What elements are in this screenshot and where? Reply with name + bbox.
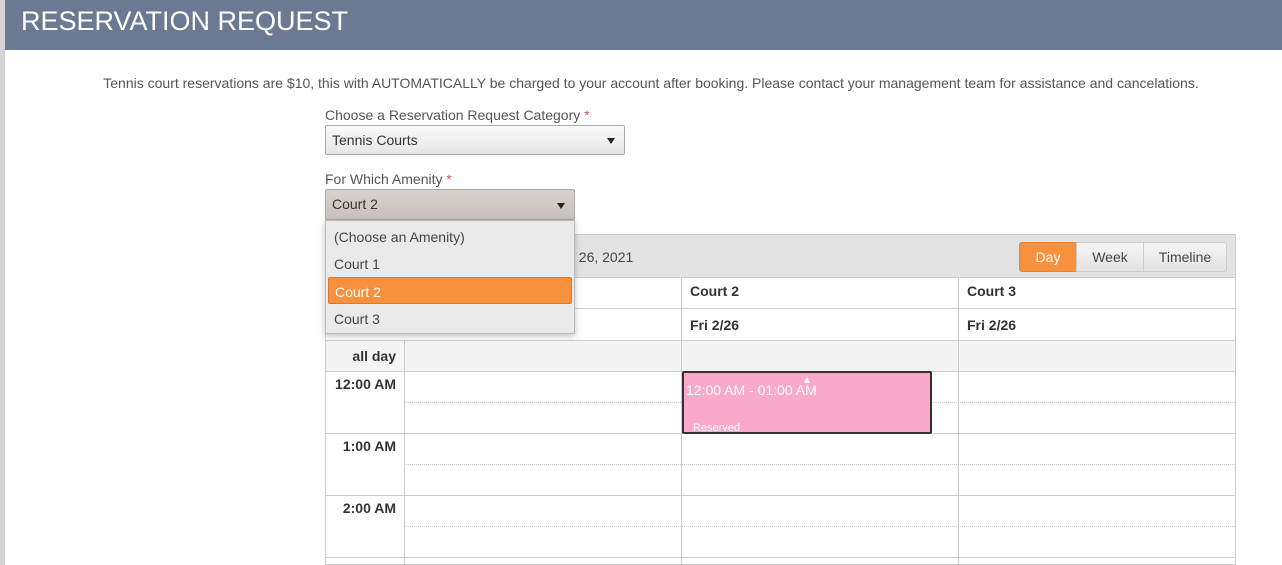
time-label: 12:00 AM (335, 376, 396, 392)
all-day-label: all day (352, 348, 396, 364)
column-header-court-3: Court 3 (967, 283, 1016, 299)
time-label: 2:00 AM (342, 500, 396, 516)
all-day-row (326, 340, 1235, 371)
page-header: RESERVATION REQUEST (5, 0, 1282, 50)
chevron-down-icon (607, 138, 615, 144)
column-date-court-3: Fri 2/26 (967, 317, 1017, 333)
column-date-court-2: Fri 2/26 (690, 317, 740, 333)
court-3-time-slots[interactable] (959, 372, 1235, 557)
chevron-down-icon (557, 203, 565, 209)
event-time: 12:00 AM - 01:00 AM (686, 382, 817, 398)
required-mark: * (446, 171, 452, 187)
timeline-view-button[interactable]: Timeline (1143, 242, 1227, 272)
category-label-text: Choose a Reservation Request Category (325, 107, 581, 123)
column-header-court-2: Court 2 (690, 283, 739, 299)
grid-line (326, 557, 1235, 558)
reservation-event[interactable]: 12:00 AM - 01:00 AM Reserved (682, 371, 932, 434)
category-select-value: Tennis Courts (332, 132, 418, 148)
amenity-option-selected[interactable]: Court 2 (328, 277, 572, 304)
amenity-option[interactable]: Court 1 (328, 250, 572, 277)
page-title: RESERVATION REQUEST (21, 6, 349, 36)
required-mark: * (584, 107, 590, 123)
category-label: Choose a Reservation Request Category * (325, 107, 590, 123)
court-1-time-slots[interactable] (405, 372, 681, 557)
amenity-option[interactable]: (Choose an Amenity) (328, 223, 572, 250)
category-select[interactable]: Tennis Courts (325, 125, 625, 155)
amenity-select[interactable]: Court 2 (325, 189, 575, 220)
amenity-select-value: Court 2 (332, 196, 378, 212)
time-label: 1:00 AM (342, 438, 396, 454)
amenity-dropdown: (Choose an Amenity) Court 1 Court 2 Cour… (325, 220, 575, 334)
event-title: Reserved (693, 422, 741, 434)
day-view-button[interactable]: Day (1019, 242, 1077, 272)
week-view-button[interactable]: Week (1076, 242, 1144, 272)
amenity-label-text: For Which Amenity (325, 171, 443, 187)
time-label-cut: 1:00 AM (326, 561, 396, 564)
grid-line (326, 340, 1235, 341)
amenity-option[interactable]: Court 3 (328, 305, 572, 332)
view-switcher: Day Week Timeline (1019, 242, 1227, 272)
amenity-label: For Which Amenity * (325, 171, 452, 187)
pricing-notice: Tennis court reservations are $10, this … (103, 75, 1199, 91)
